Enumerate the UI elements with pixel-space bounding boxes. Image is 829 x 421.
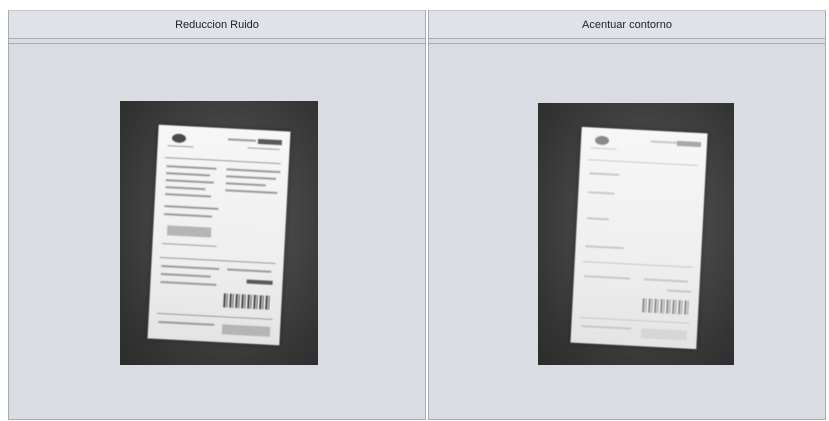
company-logo [594, 135, 610, 146]
panel-title: Acentuar contorno [429, 10, 825, 39]
header-divider [9, 43, 425, 44]
panel-title: Reduccion Ruido [9, 10, 425, 39]
panel-reduccion-ruido: Reduccion Ruido [8, 10, 426, 420]
processed-image-noise-reduction [120, 101, 318, 365]
document-page [147, 124, 291, 346]
barcode [642, 298, 689, 315]
header-divider [429, 43, 825, 44]
barcode [223, 293, 272, 310]
processed-image-edge-enhancement [538, 103, 734, 365]
panel-acentuar-contorno: Acentuar contorno [428, 10, 826, 420]
document-page [570, 126, 708, 350]
company-logo [171, 133, 187, 144]
